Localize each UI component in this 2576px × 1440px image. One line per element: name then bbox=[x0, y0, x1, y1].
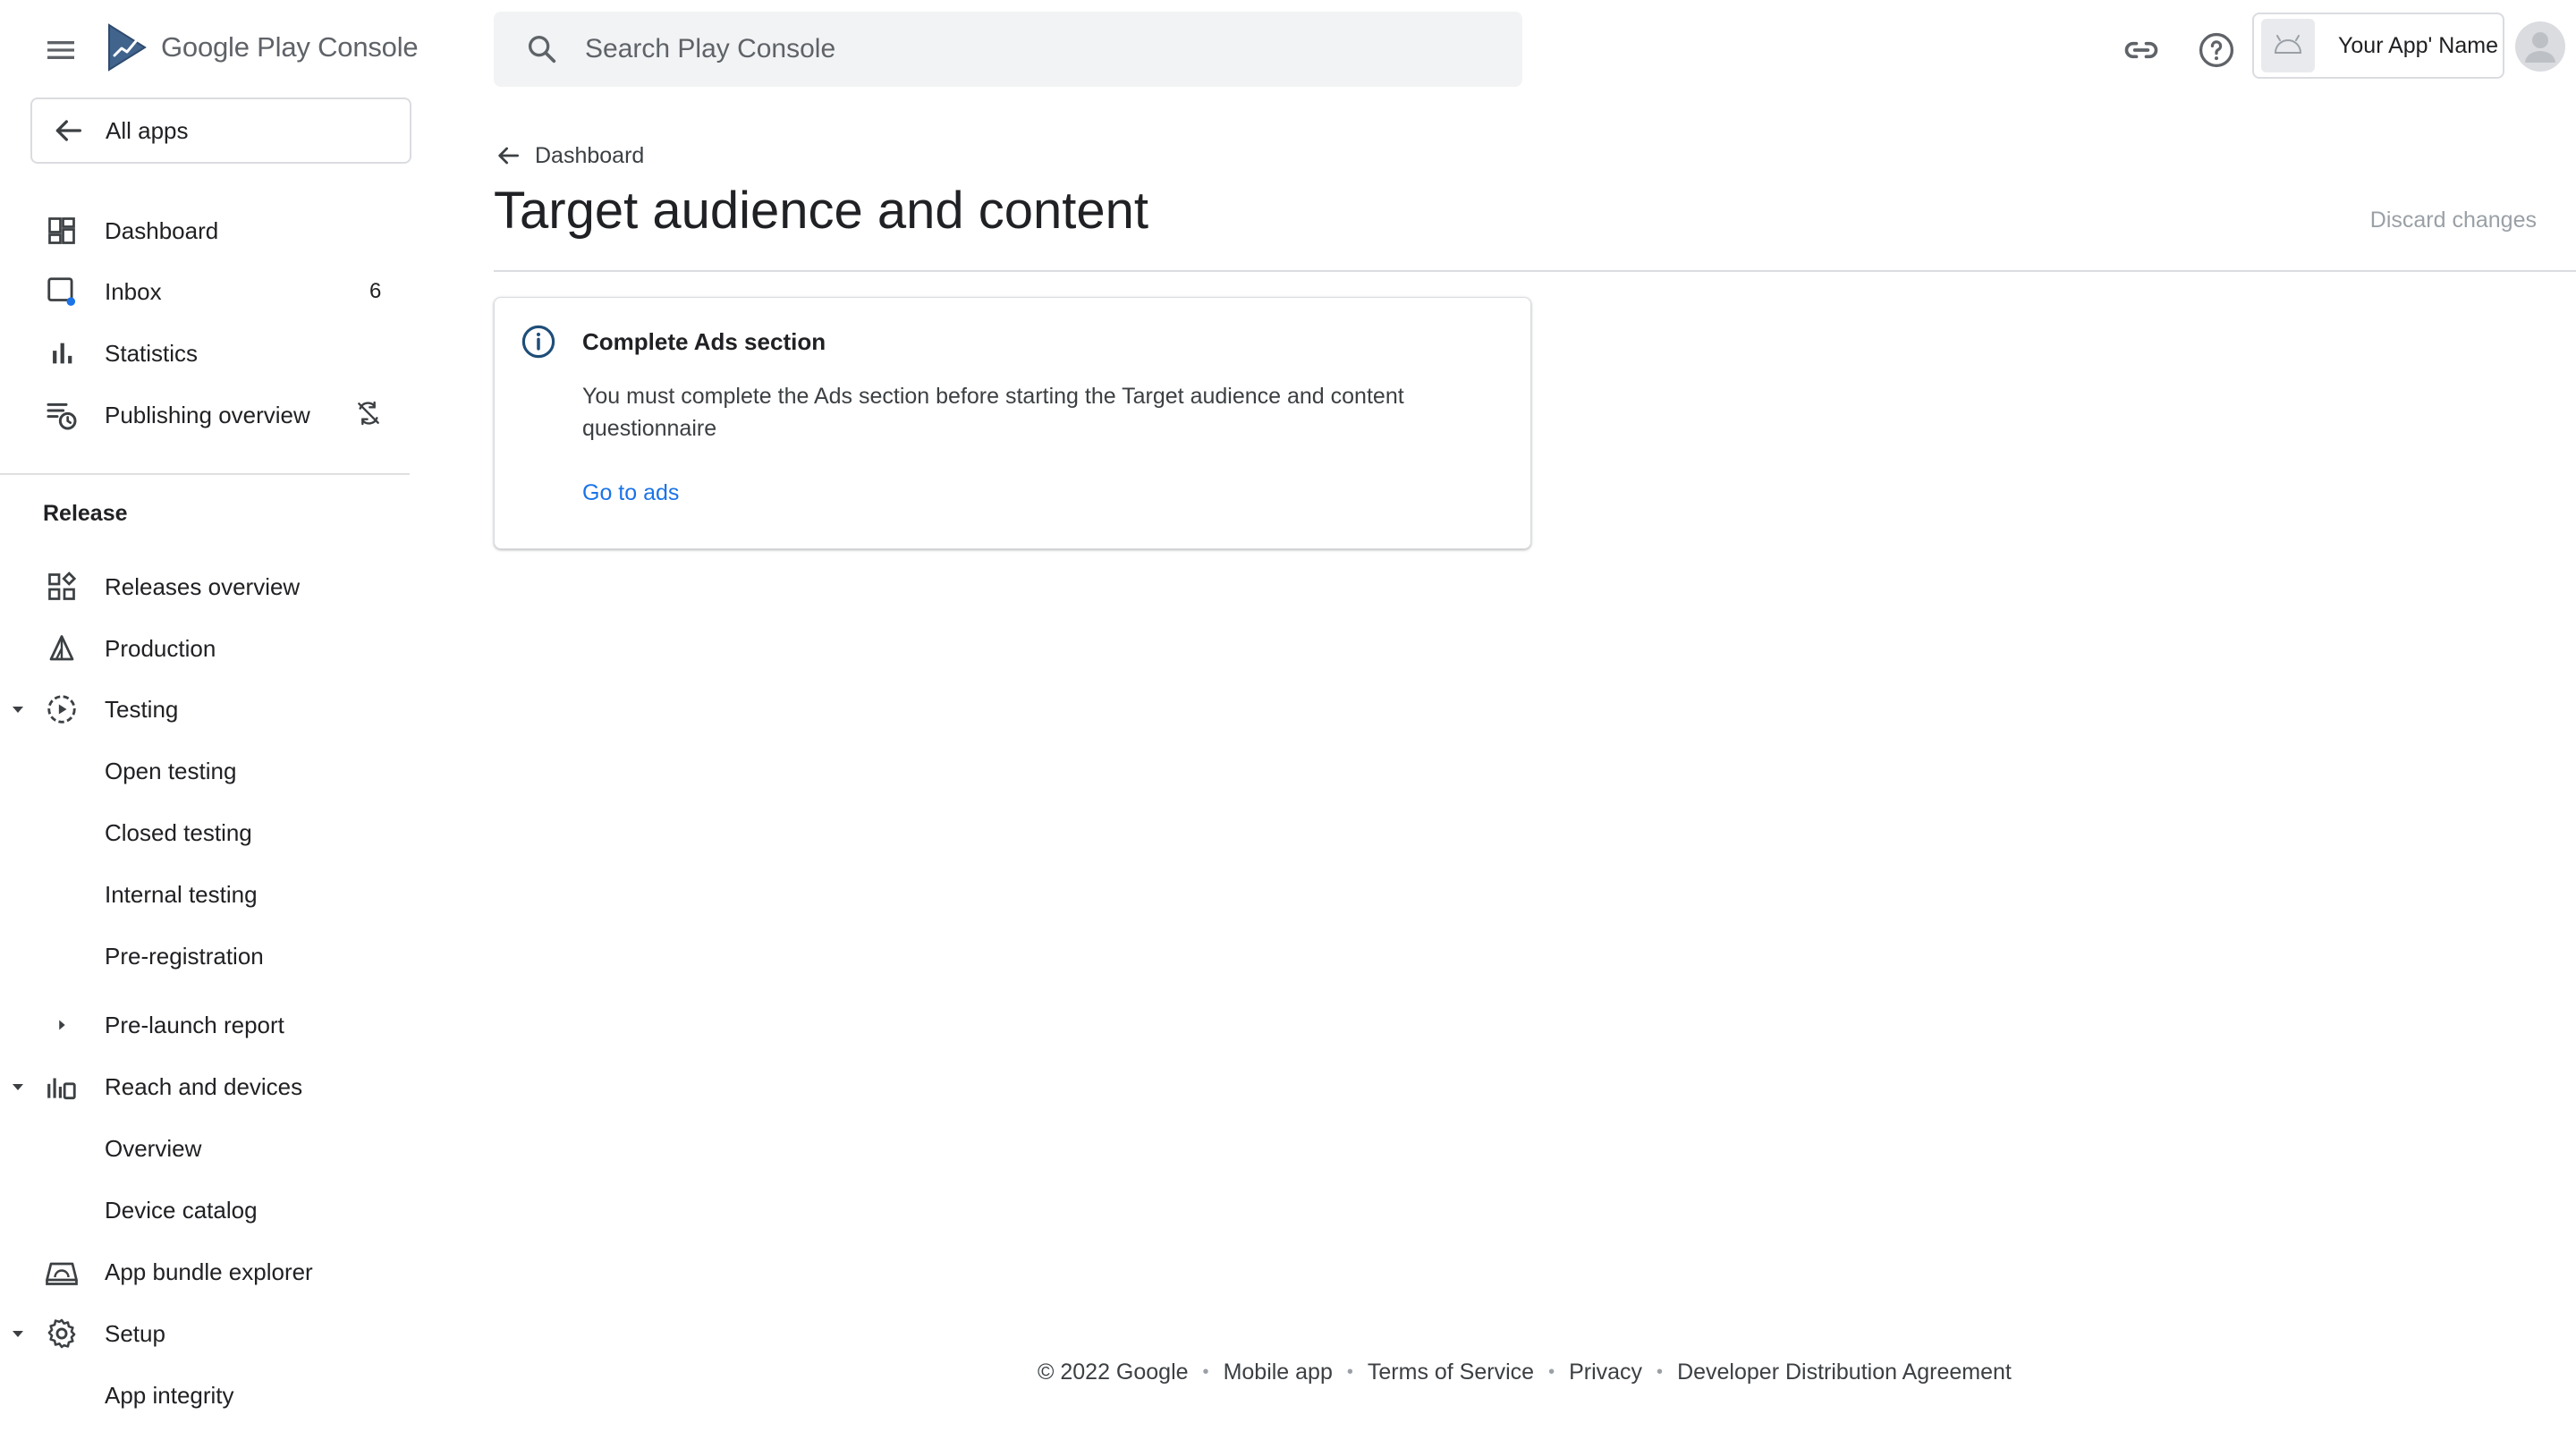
production-icon bbox=[43, 630, 80, 667]
footer-link-privacy[interactable]: Privacy bbox=[1569, 1360, 1642, 1385]
sidebar-item-label: Overview bbox=[105, 1134, 202, 1162]
breadcrumb-label: Dashboard bbox=[535, 142, 645, 168]
footer-link-mobile-app[interactable]: Mobile app bbox=[1224, 1360, 1333, 1385]
sidebar-item-statistics[interactable]: Statistics bbox=[0, 323, 411, 384]
sidebar-divider bbox=[0, 473, 410, 475]
search-bar[interactable] bbox=[494, 12, 1522, 87]
arrow-back-icon bbox=[498, 147, 519, 165]
footer-separator: • bbox=[1657, 1362, 1664, 1382]
sidebar-item-pre-launch-report[interactable]: Pre-launch report bbox=[0, 995, 411, 1055]
dashboard-icon bbox=[43, 212, 80, 250]
footer-link-developer-distribution-agreement[interactable]: Developer Distribution Agreement bbox=[1677, 1360, 2012, 1385]
footer-separator: • bbox=[1346, 1362, 1353, 1382]
sidebar-item-production[interactable]: Production bbox=[0, 618, 411, 679]
footer-separator: • bbox=[1202, 1362, 1209, 1382]
sidebar-item-releases-overview[interactable]: Releases overview bbox=[0, 556, 411, 617]
sidebar-item-label: App bundle explorer bbox=[105, 1258, 313, 1285]
sidebar-item-label: Open testing bbox=[105, 757, 237, 784]
card-body-text: You must complete the Ads section before… bbox=[582, 384, 1404, 441]
app-thumbnail bbox=[2261, 19, 2315, 72]
card-title: Complete Ads section bbox=[582, 328, 826, 355]
sidebar-item-open-testing[interactable]: Open testing bbox=[0, 741, 411, 801]
sidebar-item-closed-testing[interactable]: Closed testing bbox=[0, 802, 411, 863]
main-menu-button[interactable] bbox=[43, 32, 79, 68]
sidebar-item-overview[interactable]: Overview bbox=[0, 1118, 411, 1179]
gear-icon bbox=[43, 1315, 80, 1352]
help-button[interactable] bbox=[2197, 30, 2236, 70]
inbox-count-badge: 6 bbox=[369, 279, 382, 303]
user-avatar-icon bbox=[2525, 32, 2555, 63]
footer-link-terms-of-service[interactable]: Terms of Service bbox=[1368, 1360, 1534, 1385]
sidebar-item-label: Publishing overview bbox=[105, 401, 310, 428]
releases-overview-icon bbox=[43, 568, 80, 606]
sidebar-item-reach-and-devices[interactable]: Reach and devices bbox=[0, 1056, 411, 1117]
caret-down-icon[interactable] bbox=[7, 1323, 29, 1344]
sidebar-item-label: Reach and devices bbox=[105, 1072, 303, 1100]
bar-chart-icon bbox=[43, 335, 80, 372]
managed-publishing-off-icon[interactable] bbox=[354, 399, 386, 431]
sidebar-item-label: Pre-registration bbox=[105, 942, 264, 970]
app-selector-chip[interactable]: Your App' Name bbox=[2252, 13, 2504, 79]
sidebar-item-label: Inbox bbox=[105, 277, 162, 305]
google-play-console-logo[interactable]: Google Play Console bbox=[106, 23, 419, 72]
logo-google-play-text: Google Play bbox=[161, 31, 310, 63]
info-icon bbox=[521, 325, 555, 359]
sidebar-item-app-bundle-explorer[interactable]: App bundle explorer bbox=[0, 1241, 411, 1302]
title-divider bbox=[494, 270, 2576, 272]
play-console-logo-icon bbox=[108, 23, 147, 72]
sidebar-item-device-catalog[interactable]: Device catalog bbox=[0, 1180, 411, 1241]
breadcrumb-back-link[interactable]: Dashboard bbox=[494, 141, 644, 170]
reach-and-devices-icon bbox=[43, 1068, 80, 1105]
sidebar-item-label: App integrity bbox=[105, 1381, 234, 1409]
sidebar-item-label: Statistics bbox=[105, 339, 199, 367]
sidebar-item-inbox[interactable]: Inbox 6 bbox=[0, 261, 411, 322]
all-apps-button[interactable]: All apps bbox=[30, 97, 411, 164]
sidebar-item-label: Testing bbox=[105, 695, 179, 723]
sidebar-item-label: Setup bbox=[105, 1319, 165, 1347]
sidebar-item-pre-registration[interactable]: Pre-registration bbox=[0, 926, 411, 987]
sidebar-item-internal-testing[interactable]: Internal testing bbox=[0, 864, 411, 925]
logo-text: Google Play Console bbox=[161, 31, 419, 64]
copy-link-button[interactable] bbox=[2122, 30, 2161, 70]
sidebar-item-testing[interactable]: Testing bbox=[0, 679, 411, 740]
search-icon bbox=[529, 36, 556, 64]
discard-changes-button[interactable]: Discard changes bbox=[2370, 208, 2537, 233]
link-icon bbox=[2124, 41, 2158, 59]
caret-right-icon[interactable] bbox=[52, 1015, 72, 1035]
app-bundle-icon bbox=[43, 1253, 80, 1291]
publishing-schedule-icon bbox=[43, 396, 80, 434]
page-title: Target audience and content bbox=[494, 182, 1148, 240]
android-icon bbox=[2274, 35, 2302, 54]
arrow-back-icon bbox=[55, 120, 82, 141]
sidebar-item-setup[interactable]: Setup bbox=[0, 1303, 411, 1364]
go-to-ads-link[interactable]: Go to ads bbox=[582, 480, 679, 506]
sidebar-item-label: Releases overview bbox=[105, 572, 301, 600]
sidebar-item-label: Dashboard bbox=[105, 216, 219, 244]
sidebar-item-label: Device catalog bbox=[105, 1196, 258, 1224]
caret-down-icon[interactable] bbox=[7, 1076, 29, 1097]
footer-copyright: © 2022 Google bbox=[1038, 1360, 1189, 1385]
complete-ads-notice-card: Complete Ads section You must complete t… bbox=[494, 297, 1531, 549]
sidebar-item-publishing-overview[interactable]: Publishing overview bbox=[0, 385, 411, 445]
sidebar-item-label: Internal testing bbox=[105, 880, 258, 908]
footer-separator: • bbox=[1548, 1362, 1555, 1382]
footer: © 2022 Google • Mobile app • Terms of Se… bbox=[1038, 1360, 2012, 1385]
testing-icon bbox=[43, 690, 80, 728]
sidebar-item-app-integrity[interactable]: App integrity bbox=[0, 1365, 411, 1426]
sidebar-item-label: Closed testing bbox=[105, 818, 252, 846]
inbox-icon bbox=[43, 273, 80, 310]
account-avatar[interactable] bbox=[2515, 21, 2565, 72]
sidebar-item-label: Pre-launch report bbox=[105, 1011, 284, 1038]
section-title-release: Release bbox=[43, 501, 128, 526]
help-icon bbox=[2199, 32, 2234, 68]
hamburger-menu-icon bbox=[47, 41, 74, 59]
logo-console-text: Console bbox=[318, 31, 419, 63]
app-name: Your App' Name bbox=[2338, 32, 2498, 58]
sidebar-item-dashboard[interactable]: Dashboard bbox=[0, 200, 411, 261]
search-input[interactable] bbox=[583, 33, 1392, 65]
sidebar-item-label: Production bbox=[105, 634, 216, 662]
all-apps-label: All apps bbox=[106, 116, 189, 144]
caret-down-icon[interactable] bbox=[7, 699, 29, 720]
